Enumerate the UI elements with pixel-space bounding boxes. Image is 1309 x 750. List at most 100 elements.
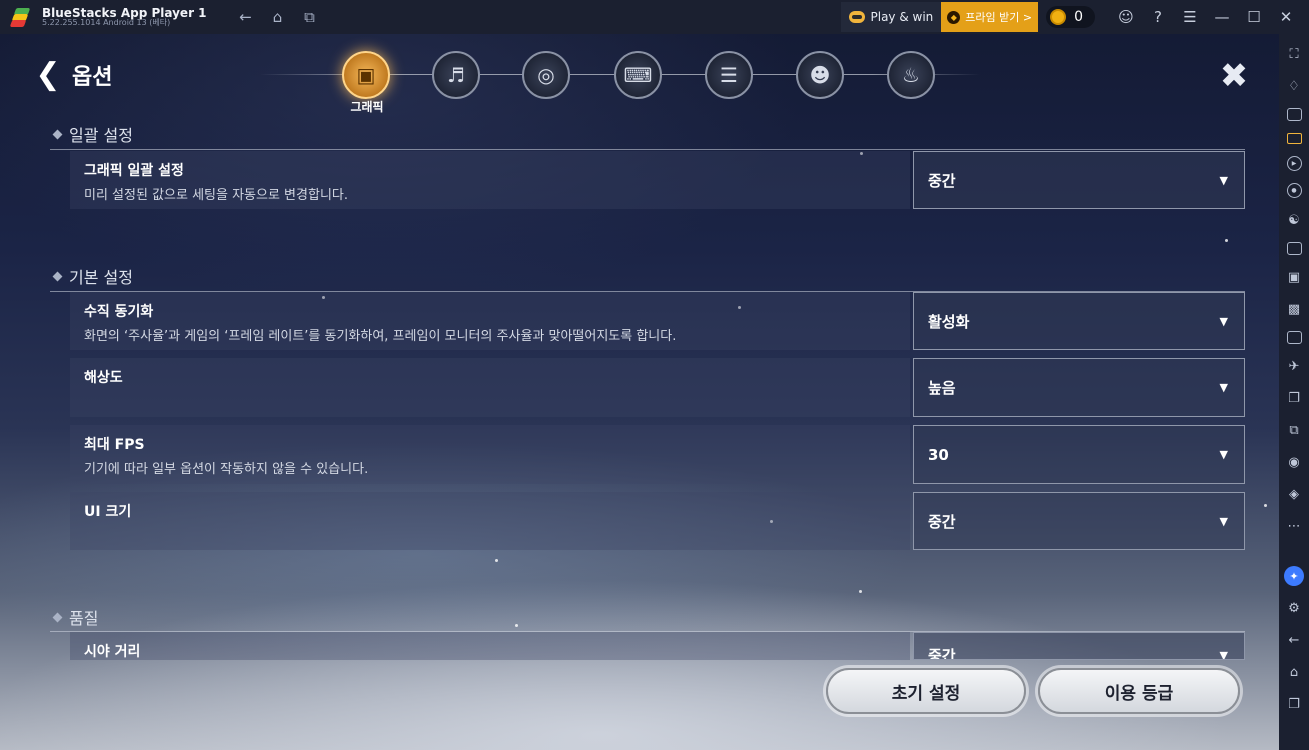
coin-balance[interactable]: 0 <box>1046 6 1095 28</box>
eco-mode-icon[interactable]: ⧉ <box>1284 420 1304 440</box>
right-sidebar: ⛶ ♢ ▶ ● ☯ ▣ ▩ ✈ ❐ ⧉ ◉ ◈ ⋯ ✦ ⚙ ← ⌂ ❐ <box>1279 34 1309 750</box>
section-title-quality: 품질 <box>52 605 99 629</box>
section-divider <box>50 149 1245 150</box>
back-icon[interactable]: ← <box>237 8 255 26</box>
settings-gear-icon[interactable]: ⚙ <box>1284 598 1304 618</box>
screenshot-icon[interactable]: ▣ <box>1284 267 1304 287</box>
active-tab-label: 그래픽 <box>350 100 384 114</box>
dropdown-value: 활성화 <box>928 312 970 331</box>
diamond-bullet-icon <box>52 129 63 139</box>
help-icon[interactable]: ? <box>1149 8 1167 26</box>
diamond-bullet-icon <box>52 271 63 281</box>
setting-label: 그래픽 일괄 설정 <box>84 163 184 179</box>
options-back-icon[interactable]: ❮ <box>28 54 68 94</box>
section-label: 일괄 설정 <box>69 126 133 145</box>
location-icon[interactable]: ◉ <box>1284 452 1304 472</box>
tab-keyboard[interactable]: ⌨ <box>614 51 662 99</box>
record-icon[interactable]: ● <box>1286 183 1302 198</box>
page-title: 옵션 <box>72 65 113 90</box>
diamond-bullet-icon <box>52 612 63 622</box>
tab-notification[interactable]: ♨ <box>887 51 935 99</box>
sparkle <box>1225 239 1228 242</box>
tab-language[interactable]: ◎ <box>522 51 570 99</box>
app-version: 5.22.255.1014 Android 13 (베타) <box>42 18 171 28</box>
dropdown-arrow-icon: ▼ <box>1219 648 1228 660</box>
dropdown-arrow-icon: ▼ <box>1219 448 1228 461</box>
coin-icon <box>1050 9 1067 25</box>
screen-record-icon[interactable]: ▩ <box>1284 299 1304 319</box>
graphics-preset-dropdown[interactable]: 중간 ▼ <box>913 151 1245 209</box>
maximize-icon[interactable]: ☐ <box>1245 8 1263 26</box>
dropdown-arrow-icon: ▼ <box>1219 314 1228 328</box>
game-screen: ❮ 옵션 ✖ ▣ ♬ ◎ ⌨ ☰ ☻ ♨ 그래픽 일괄 설정 그래픽 일괄 설정… <box>0 34 1279 750</box>
tab-sound[interactable]: ♬ <box>432 51 480 99</box>
media-folder-icon[interactable] <box>1286 331 1302 344</box>
account-icon[interactable]: ☺ <box>1117 8 1135 26</box>
tab-controls[interactable]: ☰ <box>705 51 753 99</box>
tab-account[interactable]: ☻ <box>796 51 844 99</box>
home-icon[interactable]: ⌂ <box>269 8 287 26</box>
setting-row-max-fps: 최대 FPS 기기에 따라 일부 옵션이 작동하지 않을 수 있습니다. <box>70 425 910 484</box>
titlebar-nav: ← ⌂ ⧉ <box>237 8 319 26</box>
user-icon: ☻ <box>809 63 831 87</box>
sparkle <box>1264 504 1267 507</box>
android-recents-icon[interactable]: ❐ <box>1284 694 1304 714</box>
dropdown-arrow-icon: ▼ <box>1219 514 1228 528</box>
close-window-icon[interactable]: ✕ <box>1277 8 1295 26</box>
app-title-block: BlueStacks App Player 1 5.22.255.1014 An… <box>42 6 207 28</box>
dropdown-value: 높음 <box>928 379 956 397</box>
minimize-icon[interactable]: — <box>1213 8 1231 26</box>
more-options-icon[interactable]: ⋯ <box>1284 516 1304 536</box>
close-options-icon[interactable]: ✖ <box>1212 54 1256 98</box>
max-fps-dropdown[interactable]: 30 ▼ <box>913 425 1245 484</box>
premium-button[interactable]: ◆ 프라임 받기 > <box>941 2 1039 32</box>
keyboard-icon[interactable] <box>1286 133 1302 144</box>
media-play-icon[interactable] <box>1286 108 1302 121</box>
vsync-dropdown[interactable]: 활성화 ▼ <box>913 292 1245 350</box>
android-home-icon[interactable]: ⌂ <box>1284 662 1304 682</box>
monitor-icon: ▣ <box>356 63 376 87</box>
window-controls: ☺ ? ☰ — ☐ ✕ <box>1117 8 1295 26</box>
section-label: 품질 <box>69 609 99 628</box>
apk-install-icon[interactable] <box>1286 242 1302 255</box>
ai-assistant-icon[interactable]: ✦ <box>1284 566 1304 586</box>
fullscreen-icon[interactable]: ⛶ <box>1284 44 1304 64</box>
reset-defaults-button[interactable]: 초기 설정 <box>826 668 1026 714</box>
performance-icon[interactable]: ☯ <box>1284 210 1304 230</box>
airplane-icon[interactable]: ✈ <box>1284 356 1304 376</box>
setting-row-vsync: 수직 동기화 화면의 ‘주사율’과 게임의 ‘프레임 레이트’를 동기화하여, … <box>70 292 910 350</box>
resolution-dropdown[interactable]: 높음 ▼ <box>913 358 1245 417</box>
premium-label: 프라임 받기 > <box>965 11 1033 24</box>
setting-label: 시야 거리 <box>84 644 141 660</box>
prime-icon: ◆ <box>947 10 961 24</box>
setting-description: 미리 설정된 값으로 세팅을 자동으로 변경합니다. <box>84 188 348 203</box>
volume-icon[interactable]: ♢ <box>1284 76 1304 96</box>
setting-label: 최대 FPS <box>84 437 145 453</box>
setting-label: 수직 동기화 <box>84 304 154 320</box>
age-rating-button[interactable]: 이용 등급 <box>1038 668 1240 714</box>
android-back-icon[interactable]: ← <box>1284 630 1304 650</box>
recent-apps-icon[interactable]: ⧉ <box>301 8 319 26</box>
setting-label: 해상도 <box>84 370 123 386</box>
multi-instance-icon[interactable]: ❐ <box>1284 388 1304 408</box>
tab-graphics[interactable]: ▣ <box>342 51 390 99</box>
game-controller-icon <box>848 11 865 23</box>
layers-icon[interactable]: ◈ <box>1284 484 1304 504</box>
play-win-label: Play & win <box>870 10 934 24</box>
play-win-button[interactable]: Play & win <box>840 2 942 32</box>
sparkle <box>859 590 862 593</box>
menu-icon[interactable]: ☰ <box>1181 8 1199 26</box>
section-label: 기본 설정 <box>69 268 133 287</box>
setting-description: 기기에 따라 일부 옵션이 작동하지 않을 수 있습니다. <box>84 462 369 477</box>
speaker-icon: ♬ <box>447 63 465 87</box>
globe-icon: ◎ <box>537 63 555 87</box>
dropdown-arrow-icon: ▼ <box>1219 173 1228 187</box>
section-title-basic: 기본 설정 <box>52 264 133 288</box>
view-distance-dropdown[interactable]: 중간 ▼ <box>913 632 1245 660</box>
dropdown-value: 30 <box>928 445 949 464</box>
dropdown-value: 중간 <box>928 512 956 531</box>
setting-description: 화면의 ‘주사율’과 게임의 ‘프레임 레이트’를 동기화하여, 프레임이 모니… <box>84 329 677 344</box>
macro-icon[interactable]: ▶ <box>1286 156 1302 171</box>
ui-size-dropdown[interactable]: 중간 ▼ <box>913 492 1245 550</box>
sparkle <box>515 624 518 627</box>
